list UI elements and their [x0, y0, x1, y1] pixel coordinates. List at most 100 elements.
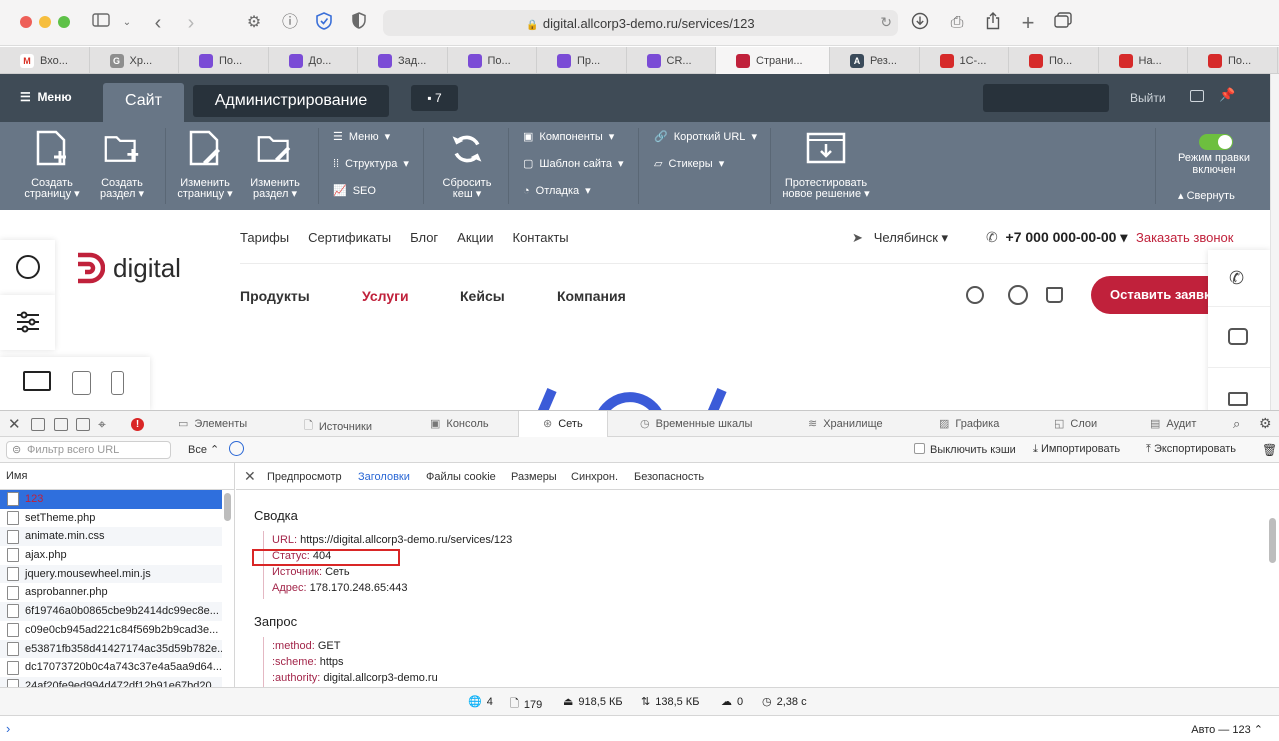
- accessibility-widget[interactable]: [0, 240, 55, 295]
- privacy-shield-icon[interactable]: [348, 12, 370, 34]
- sidebar-icon[interactable]: [90, 12, 112, 34]
- resource-type-select[interactable]: Все ⌃: [188, 443, 219, 456]
- main-nav-link[interactable]: Компания: [557, 288, 626, 304]
- import-button[interactable]: ⤓ Импортировать: [1033, 443, 1120, 456]
- inspector-tab[interactable]: ▭ Элементы: [178, 417, 247, 431]
- share-icon[interactable]: [982, 12, 1004, 34]
- shield-icon[interactable]: [313, 12, 335, 34]
- browser-tab[interactable]: CR...: [627, 47, 716, 74]
- info-icon[interactable]: ⓘ: [279, 12, 301, 34]
- filter-options-icon[interactable]: [229, 441, 244, 456]
- notifications-button[interactable]: ▪ 7: [411, 85, 458, 111]
- main-nav-link[interactable]: Услуги: [362, 288, 409, 304]
- request-list-scrollbar[interactable]: [224, 493, 231, 521]
- cart-icon[interactable]: [1046, 287, 1063, 303]
- browser-tab[interactable]: Страни...: [716, 47, 830, 74]
- site-template-dropdown[interactable]: ▢ Шаблон сайта ▾: [523, 157, 624, 171]
- detach-icon[interactable]: [76, 418, 90, 431]
- minimize-window-button[interactable]: [39, 16, 51, 28]
- gear-icon[interactable]: ⚙: [243, 12, 265, 34]
- error-indicator-icon[interactable]: !: [131, 418, 144, 431]
- detail-scrollbar[interactable]: [1269, 518, 1276, 563]
- url-filter-input[interactable]: ⊜ Фильтр всего URL: [6, 441, 171, 459]
- reload-icon[interactable]: ↻: [880, 14, 892, 31]
- edit-mode-toggle[interactable]: [1199, 134, 1233, 150]
- detail-tab[interactable]: Безопасность: [634, 471, 704, 483]
- close-detail-icon[interactable]: ✕: [244, 468, 256, 485]
- request-row[interactable]: 123: [0, 490, 222, 509]
- top-nav-link[interactable]: Блог: [410, 230, 438, 245]
- top-nav-link[interactable]: Контакты: [513, 230, 569, 245]
- browser-tab[interactable]: По...: [1188, 47, 1278, 74]
- inspector-tab[interactable]: ▣ Консоль: [430, 417, 489, 431]
- site-logo-text[interactable]: digital: [113, 253, 181, 284]
- close-inspector-icon[interactable]: ✕: [8, 415, 21, 433]
- tablet-icon[interactable]: [72, 371, 91, 395]
- profile-icon[interactable]: [1008, 285, 1028, 305]
- crosshair-icon[interactable]: ⌖: [98, 416, 106, 433]
- tab-administration[interactable]: Администрирование: [193, 85, 389, 117]
- page-scrollbar[interactable]: [1270, 74, 1279, 410]
- short-url-dropdown[interactable]: 🔗 Короткий URL ▾: [654, 130, 757, 144]
- browser-tab[interactable]: По...: [448, 47, 537, 74]
- inspector-tab[interactable]: 🗋 Источники: [304, 417, 372, 436]
- request-row[interactable]: jquery.mousewheel.min.js: [0, 564, 222, 584]
- top-nav-link[interactable]: Акции: [457, 230, 493, 245]
- address-bar[interactable]: 🔒 digital.allcorp3-demo.ru/services/123 ↻: [383, 10, 898, 36]
- new-tab-icon[interactable]: +: [1017, 12, 1039, 34]
- dock-bottom-icon[interactable]: [31, 418, 45, 431]
- browser-tab[interactable]: Зад...: [358, 47, 448, 74]
- detail-tab[interactable]: Размеры: [511, 471, 557, 483]
- export-button[interactable]: ⤒ Экспортировать: [1146, 443, 1236, 456]
- disable-cache-checkbox[interactable]: Выключить кэши: [914, 443, 1016, 456]
- browser-tab[interactable]: M Вхо...: [0, 47, 90, 74]
- mobile-icon[interactable]: [111, 371, 124, 395]
- browser-tab[interactable]: Пр...: [537, 47, 627, 74]
- components-dropdown[interactable]: ▣ Компоненты ▾: [523, 130, 614, 144]
- top-nav-link[interactable]: Тарифы: [240, 230, 289, 245]
- structure-dropdown[interactable]: ⁞⁞ Структура ▾: [333, 157, 409, 171]
- inspector-tab[interactable]: ▨ Графика: [939, 417, 999, 431]
- detail-tab[interactable]: Файлы cookie: [426, 471, 496, 483]
- inspector-tab[interactable]: ⊛ Сеть: [518, 411, 608, 437]
- browser-tab[interactable]: 1С-...: [920, 47, 1009, 74]
- desktop-icon[interactable]: [23, 371, 51, 391]
- logout-button[interactable]: Выйти: [1130, 91, 1166, 105]
- stickers-dropdown[interactable]: ▱ Стикеры ▾: [654, 157, 724, 171]
- search-icon[interactable]: [966, 286, 984, 304]
- reset-cache-button[interactable]: Сбросить кеш ▾: [432, 130, 502, 200]
- search-icon[interactable]: ⌕: [1233, 416, 1240, 432]
- request-row[interactable]: dc17073720b0c4a743c37e4a5aa9d64...: [0, 658, 222, 677]
- browser-tab[interactable]: По...: [1009, 47, 1099, 74]
- request-row[interactable]: c09e0cb945ad221c84f569b2b9cad3e...: [0, 621, 222, 640]
- mail-icon[interactable]: [1228, 392, 1248, 406]
- window-icon[interactable]: [1190, 90, 1204, 102]
- browser-tab[interactable]: На...: [1099, 47, 1188, 74]
- request-row[interactable]: asprobanner.php: [0, 583, 222, 602]
- main-nav-link[interactable]: Продукты: [240, 288, 310, 304]
- debug-dropdown[interactable]: ◔ Отладка ▾: [523, 184, 591, 198]
- admin-menu-button[interactable]: ☰ Меню: [20, 90, 72, 104]
- request-row[interactable]: setTheme.php: [0, 509, 222, 528]
- console-context-select[interactable]: Авто — 123 ⌃: [1191, 723, 1263, 736]
- create-section-button[interactable]: Создать раздел ▾: [87, 130, 157, 200]
- detail-tab[interactable]: Предпросмотр: [267, 471, 342, 483]
- chevron-down-icon[interactable]: ⌄: [116, 12, 138, 34]
- collapse-button[interactable]: ▴ Свернуть: [1178, 189, 1235, 202]
- detail-tab[interactable]: Синхрон.: [571, 471, 618, 483]
- browser-tab[interactable]: По...: [179, 47, 269, 74]
- pin-icon[interactable]: 📌: [1219, 87, 1235, 103]
- create-page-button[interactable]: Создать страницу ▾: [17, 130, 87, 200]
- zoom-window-button[interactable]: [58, 16, 70, 28]
- request-row[interactable]: e53871fb358d41427174ac35d59b782e...: [0, 639, 222, 659]
- filters-widget[interactable]: [0, 295, 55, 350]
- callback-link[interactable]: Заказать звонок: [1136, 230, 1233, 245]
- back-icon[interactable]: ‹: [147, 12, 169, 34]
- chat-icon[interactable]: [1228, 328, 1248, 345]
- request-row[interactable]: animate.min.css: [0, 527, 222, 547]
- detail-tab[interactable]: Заголовки: [358, 471, 410, 483]
- printer-icon[interactable]: ⎙: [946, 12, 968, 34]
- forward-icon[interactable]: ›: [180, 12, 202, 34]
- browser-tab[interactable]: A Рез...: [830, 47, 920, 74]
- test-solution-button[interactable]: Протестировать новое решение ▾: [780, 130, 872, 200]
